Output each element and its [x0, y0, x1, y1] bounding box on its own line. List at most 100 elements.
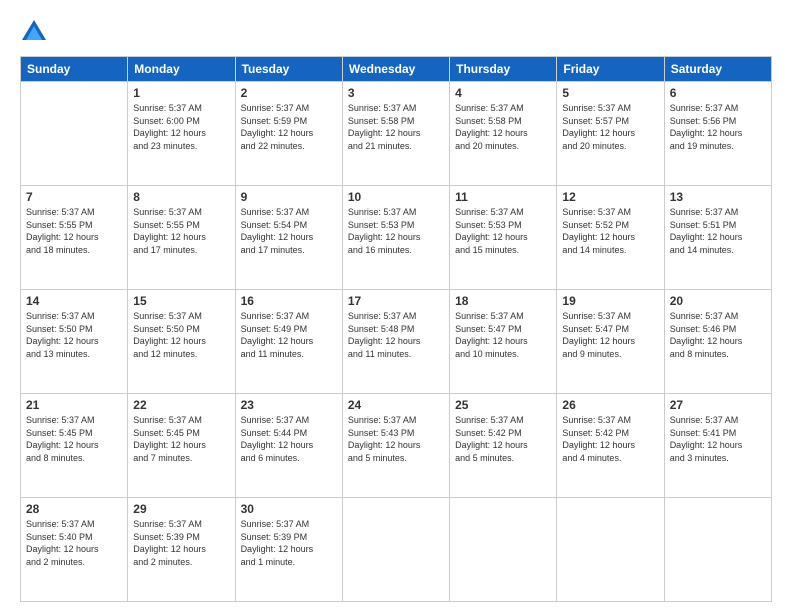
table-cell: 20 Sunrise: 5:37 AM Sunset: 5:46 PM Dayli… — [664, 290, 771, 394]
day-number: 8 — [133, 190, 229, 204]
table-cell — [557, 498, 664, 602]
table-cell: 6 Sunrise: 5:37 AM Sunset: 5:56 PM Daylig… — [664, 82, 771, 186]
table-cell: 1Sunrise: 5:37 AM Sunset: 6:00 PM Daylig… — [128, 82, 235, 186]
day-number: 12 — [562, 190, 658, 204]
table-cell: 4 Sunrise: 5:37 AM Sunset: 5:58 PM Daylig… — [450, 82, 557, 186]
day-number: 7 — [26, 190, 122, 204]
day-detail: Sunrise: 5:37 AM Sunset: 5:43 PM Dayligh… — [348, 414, 444, 464]
table-cell: 25 Sunrise: 5:37 AM Sunset: 5:42 PM Dayli… — [450, 394, 557, 498]
day-number: 23 — [241, 398, 337, 412]
table-cell: 15 Sunrise: 5:37 AM Sunset: 5:50 PM Dayli… — [128, 290, 235, 394]
table-cell: 27 Sunrise: 5:37 AM Sunset: 5:41 PM Dayli… — [664, 394, 771, 498]
day-detail: Sunrise: 5:37 AM Sunset: 5:53 PM Dayligh… — [455, 206, 551, 256]
day-detail: Sunrise: 5:37 AM Sunset: 5:39 PM Dayligh… — [133, 518, 229, 568]
day-detail: Sunrise: 5:37 AM Sunset: 5:39 PM Dayligh… — [241, 518, 337, 568]
col-sunday: Sunday — [21, 57, 128, 82]
table-cell: 12 Sunrise: 5:37 AM Sunset: 5:52 PM Dayli… — [557, 186, 664, 290]
table-cell: 11 Sunrise: 5:37 AM Sunset: 5:53 PM Dayli… — [450, 186, 557, 290]
day-number: 22 — [133, 398, 229, 412]
day-number: 18 — [455, 294, 551, 308]
calendar-week-row: 14 Sunrise: 5:37 AM Sunset: 5:50 PM Dayli… — [21, 290, 772, 394]
page: Sunday Monday Tuesday Wednesday Thursday… — [0, 0, 792, 612]
table-cell — [664, 498, 771, 602]
day-detail: Sunrise: 5:37 AM Sunset: 5:47 PM Dayligh… — [562, 310, 658, 360]
table-cell — [342, 498, 449, 602]
col-thursday: Thursday — [450, 57, 557, 82]
day-detail: Sunrise: 5:37 AM Sunset: 5:58 PM Dayligh… — [455, 102, 551, 152]
day-detail: Sunrise: 5:37 AM Sunset: 5:45 PM Dayligh… — [133, 414, 229, 464]
table-cell: 3 Sunrise: 5:37 AM Sunset: 5:58 PM Daylig… — [342, 82, 449, 186]
logo — [20, 18, 52, 46]
day-detail: Sunrise: 5:37 AM Sunset: 6:00 PM Dayligh… — [133, 102, 229, 152]
day-detail: Sunrise: 5:37 AM Sunset: 5:52 PM Dayligh… — [562, 206, 658, 256]
day-number: 14 — [26, 294, 122, 308]
table-cell: 24 Sunrise: 5:37 AM Sunset: 5:43 PM Dayli… — [342, 394, 449, 498]
day-detail: Sunrise: 5:37 AM Sunset: 5:41 PM Dayligh… — [670, 414, 766, 464]
day-detail: Sunrise: 5:37 AM Sunset: 5:56 PM Dayligh… — [670, 102, 766, 152]
day-number: 20 — [670, 294, 766, 308]
table-cell: 16Sunrise: 5:37 AM Sunset: 5:49 PM Dayli… — [235, 290, 342, 394]
table-cell: 18Sunrise: 5:37 AM Sunset: 5:47 PM Dayli… — [450, 290, 557, 394]
day-detail: Sunrise: 5:37 AM Sunset: 5:59 PM Dayligh… — [241, 102, 337, 152]
table-cell: 29 Sunrise: 5:37 AM Sunset: 5:39 PM Dayli… — [128, 498, 235, 602]
col-friday: Friday — [557, 57, 664, 82]
calendar-week-row: 7 Sunrise: 5:37 AM Sunset: 5:55 PM Daylig… — [21, 186, 772, 290]
table-cell: 21 Sunrise: 5:37 AM Sunset: 5:45 PM Dayli… — [21, 394, 128, 498]
day-detail: Sunrise: 5:37 AM Sunset: 5:42 PM Dayligh… — [455, 414, 551, 464]
table-cell: 8 Sunrise: 5:37 AM Sunset: 5:55 PM Daylig… — [128, 186, 235, 290]
day-number: 27 — [670, 398, 766, 412]
col-tuesday: Tuesday — [235, 57, 342, 82]
calendar-week-row: 28 Sunrise: 5:37 AM Sunset: 5:40 PM Dayli… — [21, 498, 772, 602]
day-detail: Sunrise: 5:37 AM Sunset: 5:54 PM Dayligh… — [241, 206, 337, 256]
day-number: 3 — [348, 86, 444, 100]
table-cell: 9 Sunrise: 5:37 AM Sunset: 5:54 PM Daylig… — [235, 186, 342, 290]
table-cell: 14Sunrise: 5:37 AM Sunset: 5:50 PM Dayli… — [21, 290, 128, 394]
table-cell: 10Sunrise: 5:37 AM Sunset: 5:53 PM Dayli… — [342, 186, 449, 290]
header — [20, 18, 772, 46]
logo-icon — [20, 18, 48, 46]
table-cell: 28 Sunrise: 5:37 AM Sunset: 5:40 PM Dayli… — [21, 498, 128, 602]
calendar-week-row: 1Sunrise: 5:37 AM Sunset: 6:00 PM Daylig… — [21, 82, 772, 186]
table-cell: 26 Sunrise: 5:37 AM Sunset: 5:42 PM Dayli… — [557, 394, 664, 498]
day-detail: Sunrise: 5:37 AM Sunset: 5:57 PM Dayligh… — [562, 102, 658, 152]
day-detail: Sunrise: 5:37 AM Sunset: 5:50 PM Dayligh… — [133, 310, 229, 360]
calendar-header-row: Sunday Monday Tuesday Wednesday Thursday… — [21, 57, 772, 82]
table-cell: 22 Sunrise: 5:37 AM Sunset: 5:45 PM Dayli… — [128, 394, 235, 498]
day-number: 30 — [241, 502, 337, 516]
table-cell: 5Sunrise: 5:37 AM Sunset: 5:57 PM Daylig… — [557, 82, 664, 186]
day-detail: Sunrise: 5:37 AM Sunset: 5:42 PM Dayligh… — [562, 414, 658, 464]
day-number: 13 — [670, 190, 766, 204]
day-detail: Sunrise: 5:37 AM Sunset: 5:44 PM Dayligh… — [241, 414, 337, 464]
table-cell — [450, 498, 557, 602]
day-number: 24 — [348, 398, 444, 412]
day-number: 10 — [348, 190, 444, 204]
day-number: 11 — [455, 190, 551, 204]
calendar-table: Sunday Monday Tuesday Wednesday Thursday… — [20, 56, 772, 602]
table-cell: 13 Sunrise: 5:37 AM Sunset: 5:51 PM Dayli… — [664, 186, 771, 290]
day-detail: Sunrise: 5:37 AM Sunset: 5:55 PM Dayligh… — [133, 206, 229, 256]
day-detail: Sunrise: 5:37 AM Sunset: 5:46 PM Dayligh… — [670, 310, 766, 360]
table-cell — [21, 82, 128, 186]
col-saturday: Saturday — [664, 57, 771, 82]
col-monday: Monday — [128, 57, 235, 82]
day-detail: Sunrise: 5:37 AM Sunset: 5:58 PM Dayligh… — [348, 102, 444, 152]
table-cell: 19Sunrise: 5:37 AM Sunset: 5:47 PM Dayli… — [557, 290, 664, 394]
day-number: 26 — [562, 398, 658, 412]
day-number: 15 — [133, 294, 229, 308]
day-number: 21 — [26, 398, 122, 412]
day-detail: Sunrise: 5:37 AM Sunset: 5:45 PM Dayligh… — [26, 414, 122, 464]
table-cell: 7Sunrise: 5:37 AM Sunset: 5:55 PM Daylig… — [21, 186, 128, 290]
day-number: 28 — [26, 502, 122, 516]
day-number: 29 — [133, 502, 229, 516]
col-wednesday: Wednesday — [342, 57, 449, 82]
day-detail: Sunrise: 5:37 AM Sunset: 5:51 PM Dayligh… — [670, 206, 766, 256]
day-number: 6 — [670, 86, 766, 100]
day-number: 4 — [455, 86, 551, 100]
table-cell: 2Sunrise: 5:37 AM Sunset: 5:59 PM Daylig… — [235, 82, 342, 186]
day-number: 9 — [241, 190, 337, 204]
day-number: 25 — [455, 398, 551, 412]
table-cell: 23 Sunrise: 5:37 AM Sunset: 5:44 PM Dayli… — [235, 394, 342, 498]
day-detail: Sunrise: 5:37 AM Sunset: 5:48 PM Dayligh… — [348, 310, 444, 360]
day-number: 16 — [241, 294, 337, 308]
day-detail: Sunrise: 5:37 AM Sunset: 5:40 PM Dayligh… — [26, 518, 122, 568]
